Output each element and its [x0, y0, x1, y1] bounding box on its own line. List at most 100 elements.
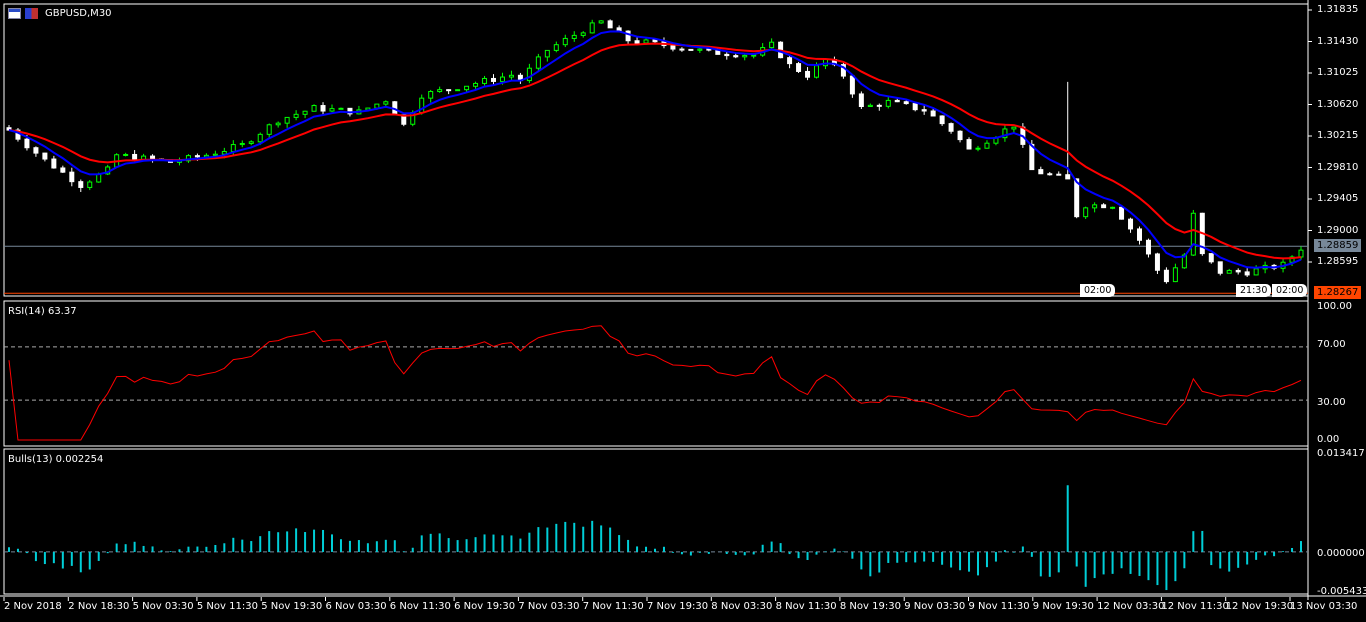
candle-body: [1190, 212, 1196, 256]
rsi-axis-label: 30.00: [1317, 397, 1346, 408]
candle-body: [1154, 253, 1160, 271]
candle-body: [473, 82, 479, 87]
candle-body: [544, 49, 550, 58]
candle-body: [966, 139, 972, 150]
bid-price-tag: 1.28859: [1314, 239, 1362, 252]
candle-body: [805, 70, 811, 78]
price-axis-label: 1.31025: [1317, 67, 1359, 78]
chart-window-icon: [8, 8, 21, 19]
candle-body: [589, 22, 595, 34]
candle-body: [876, 104, 882, 107]
time-axis-label: 7 Nov 03:30: [518, 601, 580, 612]
rsi-title: RSI(14) 63.37: [8, 306, 77, 317]
symbol-timeframe: GBPUSD,M30: [45, 8, 112, 19]
candle-body: [948, 123, 954, 132]
candle-body: [643, 39, 649, 44]
candle-body: [1083, 207, 1089, 218]
time-axis-label: 7 Nov 11:30: [582, 601, 644, 612]
candle-body: [858, 93, 864, 108]
candle-body: [132, 153, 138, 161]
candle-body: [1074, 178, 1080, 218]
candle-body: [212, 153, 218, 156]
candle-body: [652, 39, 658, 43]
bulls-title: Bulls(13) 0.002254: [8, 454, 104, 465]
candle-body: [69, 171, 75, 183]
candle-body: [383, 101, 389, 105]
candle-body: [1128, 218, 1134, 230]
rsi-line: [8, 325, 1302, 441]
candle-body: [975, 147, 981, 150]
candle-body: [930, 110, 936, 117]
time-axis-label: 13 Nov 03:30: [1290, 601, 1358, 612]
panel-frame: [3, 3, 1309, 297]
time-axis-label: 6 Nov 19:30: [454, 601, 516, 612]
candle-body: [1101, 204, 1107, 209]
candle-body: [885, 99, 891, 107]
price-axis-label: 1.29405: [1317, 193, 1359, 204]
low-price-tag: 1.28267: [1314, 286, 1362, 299]
time-axis-label: 7 Nov 19:30: [647, 601, 709, 612]
candle-body: [598, 20, 604, 24]
candle-body: [437, 89, 443, 93]
candle-body: [733, 55, 739, 58]
candle-body: [455, 89, 461, 92]
candle-body: [1056, 173, 1062, 176]
candle-body: [625, 30, 631, 42]
candle-body: [562, 37, 568, 46]
rsi-axis-label: 70.00: [1317, 339, 1346, 350]
candle-body: [1253, 268, 1259, 276]
candle-body: [239, 142, 245, 146]
candle-body: [571, 34, 577, 39]
time-axis-label: 8 Nov 11:30: [775, 601, 837, 612]
candle-body: [194, 155, 200, 158]
time-axis-label: 5 Nov 03:30: [132, 601, 194, 612]
bulls-axis-label: 0.013417: [1317, 448, 1365, 459]
candle-body: [230, 144, 236, 152]
candle-body: [248, 141, 254, 144]
time-axis-label: 2 Nov 18:30: [68, 601, 130, 612]
price-axis-label: 1.31430: [1317, 35, 1359, 47]
candle-body: [60, 167, 66, 173]
price-axis-label: 1.30620: [1317, 98, 1359, 110]
candle-body: [499, 76, 505, 82]
candle-body: [1163, 269, 1169, 283]
candle-body: [491, 77, 496, 82]
candle-body: [867, 104, 873, 108]
bulls-axis-label: -0.005433: [1317, 586, 1366, 597]
candle-body: [607, 20, 613, 29]
candle-body: [634, 40, 640, 44]
time-axis-label: 8 Nov 19:30: [839, 601, 901, 612]
time-flag: 21:30: [1236, 284, 1272, 297]
candle-body: [33, 147, 39, 154]
time-axis-label: 9 Nov 11:30: [968, 601, 1030, 612]
candle-body: [42, 152, 48, 160]
time-axis-label: 5 Nov 11:30: [196, 601, 258, 612]
candle-body: [697, 48, 703, 51]
time-axis-label: 12 Nov 03:30: [1097, 601, 1165, 612]
candle-body: [769, 41, 775, 49]
time-flag: 02:00: [1272, 284, 1308, 297]
chart-title: GBPUSD,M30: [8, 8, 112, 19]
chart-canvas[interactable]: [0, 0, 1366, 622]
candle-body: [751, 54, 757, 57]
candle-body: [293, 113, 299, 118]
candle-body: [796, 63, 802, 72]
rsi-axis-label: 100.00: [1317, 301, 1352, 312]
price-axis-label: 1.29810: [1317, 161, 1359, 173]
time-axis-label: 12 Nov 11:30: [1161, 601, 1229, 612]
candle-body: [1172, 267, 1178, 283]
candle-body: [464, 85, 470, 91]
candle-body: [150, 155, 156, 160]
candle-body: [311, 105, 317, 112]
candle-body: [428, 91, 434, 99]
bulls-axis-label: 0.000000: [1317, 548, 1365, 559]
candle-body: [320, 105, 326, 112]
candle-body: [51, 158, 57, 169]
candle-body: [446, 89, 452, 92]
candle-body: [1208, 253, 1214, 263]
candle-body: [123, 153, 129, 156]
candle-body: [329, 108, 335, 112]
candle-body: [1298, 249, 1304, 258]
time-axis-label: 5 Nov 19:30: [261, 601, 323, 612]
candle-body: [742, 54, 748, 58]
